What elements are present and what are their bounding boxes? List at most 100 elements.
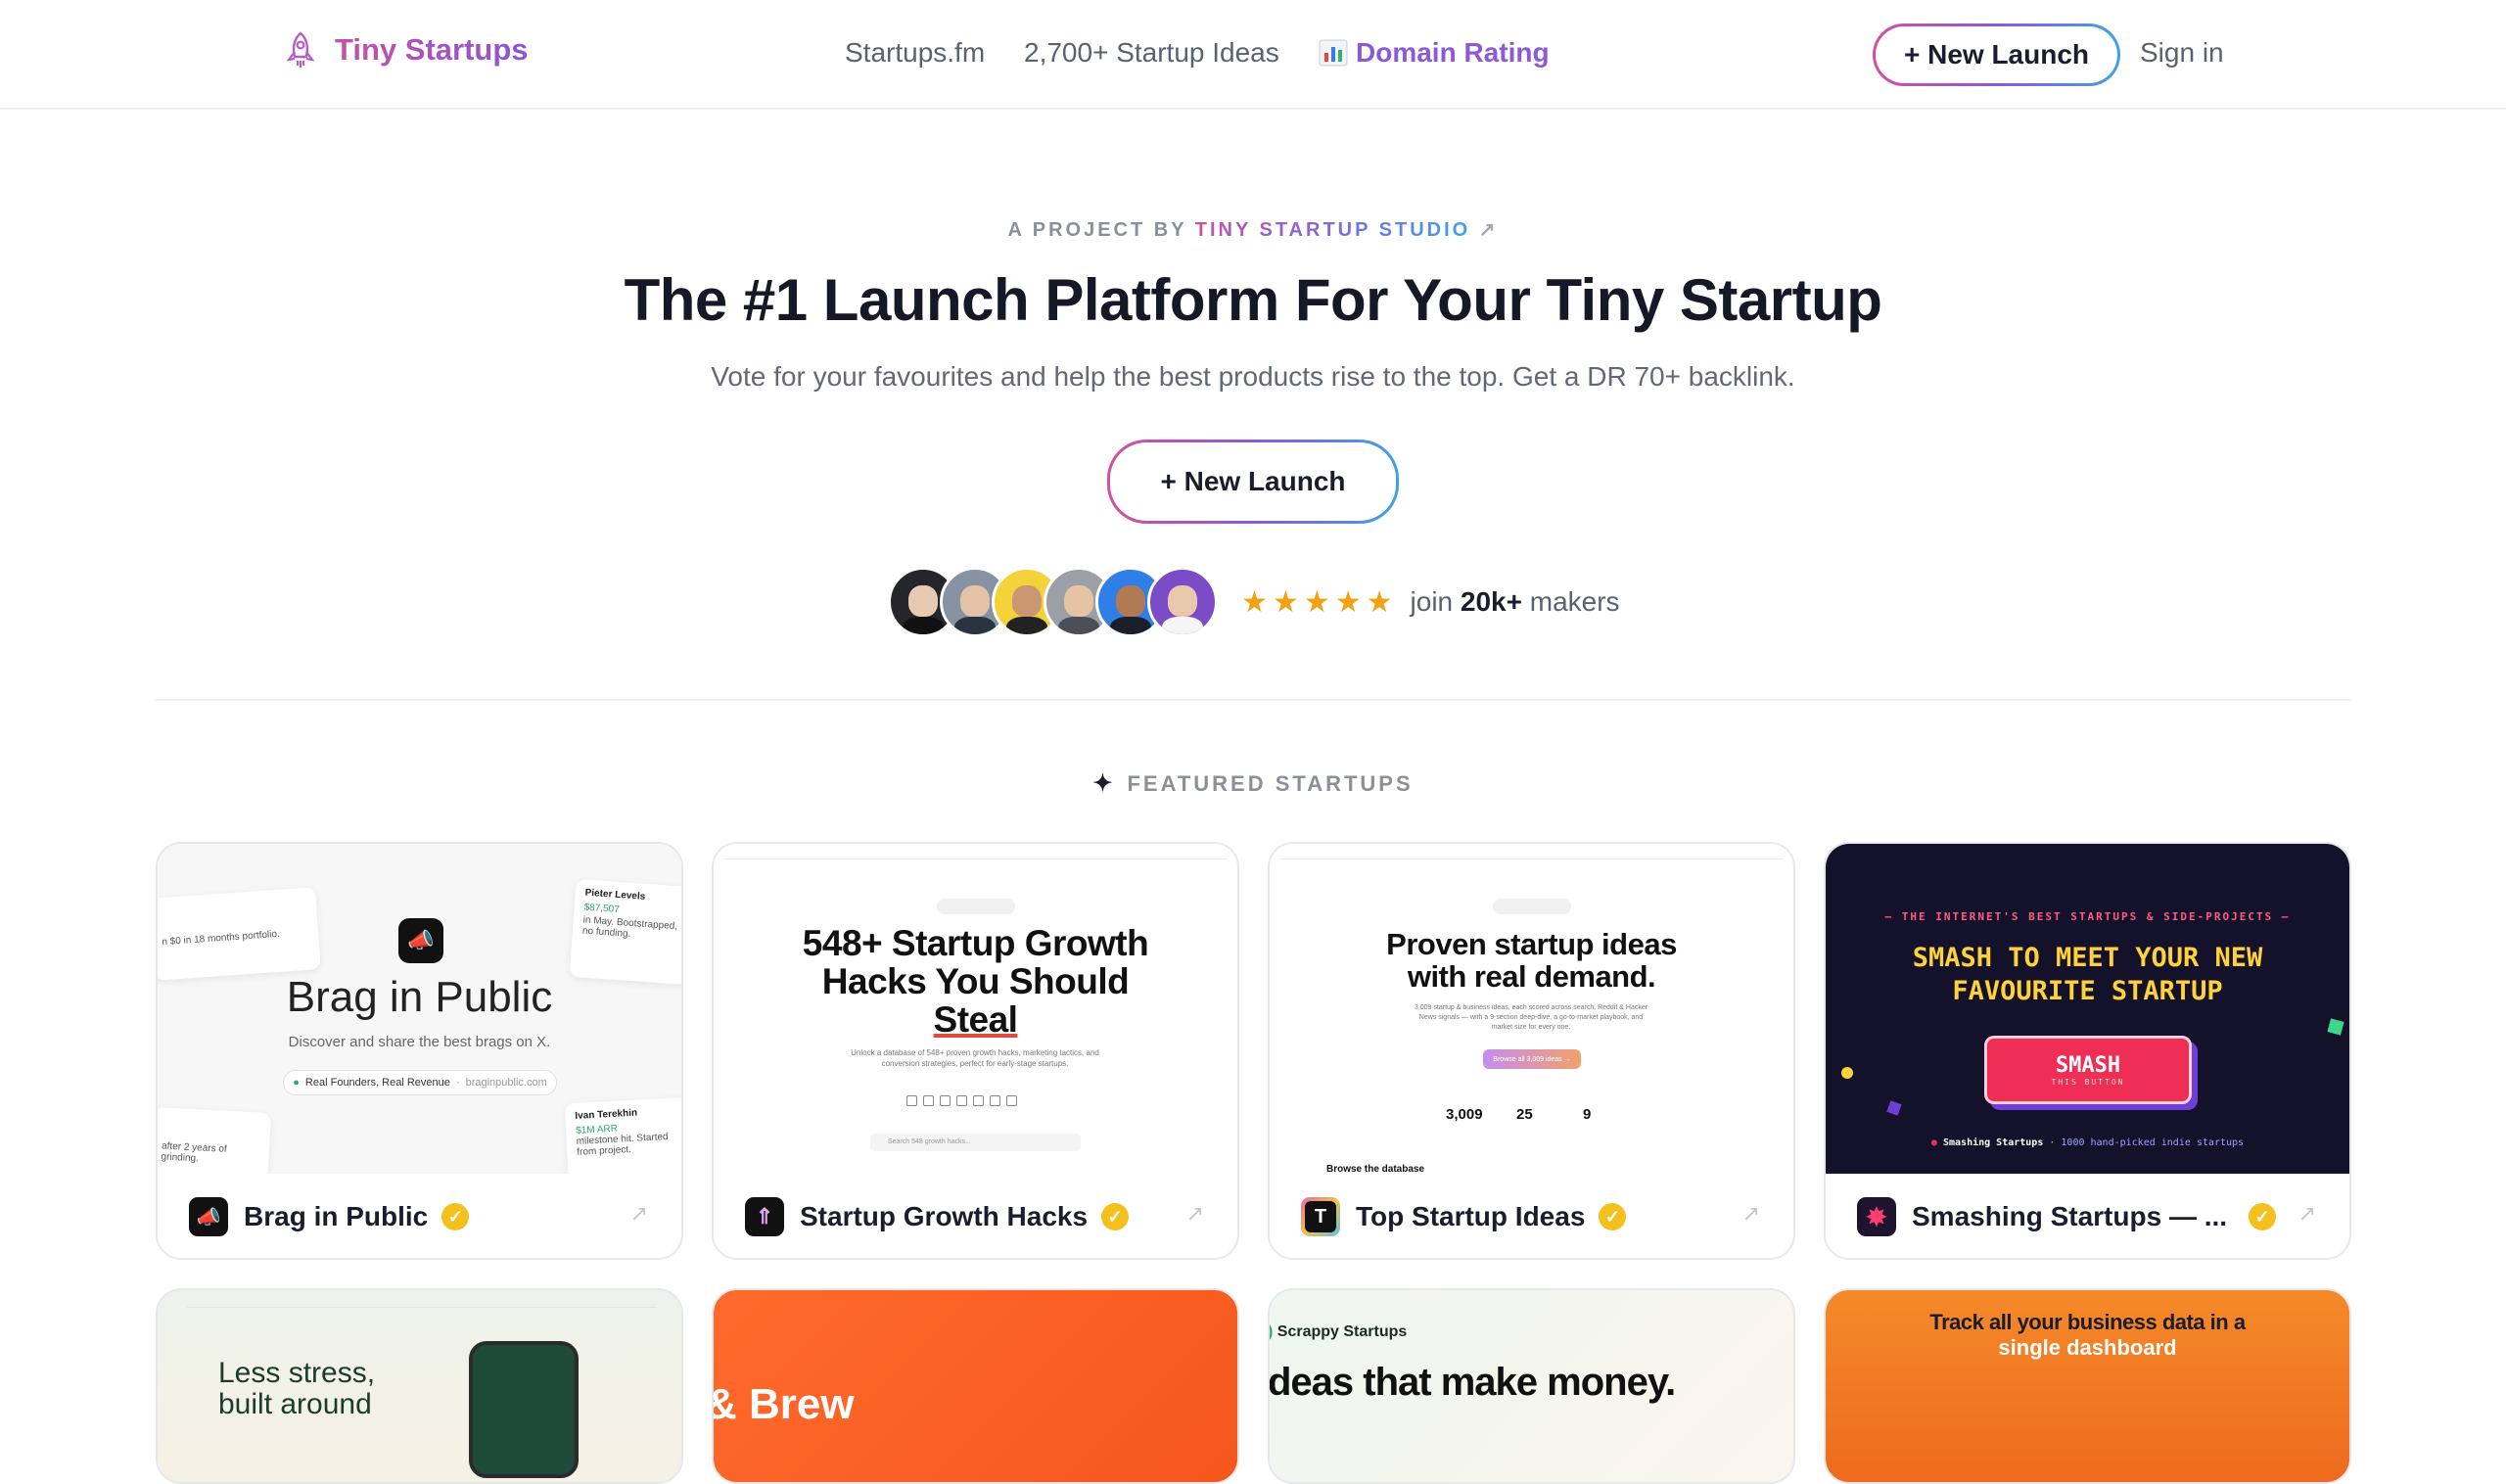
studio-link[interactable]: TINY STARTUP STUDIO	[1195, 219, 1470, 241]
makers-social-proof: ★ ★ ★ ★ ★ join 20k+ makers	[888, 567, 1620, 637]
external-arrow-icon[interactable]: ↗	[2298, 1201, 2316, 1227]
eyebrow-prefix: A PROJECT BY	[1007, 219, 1187, 241]
thumb-text: Less stress,	[218, 1357, 376, 1389]
thumb-cta: Browse all 3,009 ideas →	[1483, 1049, 1581, 1069]
new-launch-button[interactable]: + New Launch	[1873, 23, 2120, 86]
rating-stars: ★ ★ ★ ★ ★	[1241, 585, 1393, 620]
nav-link-startups-fm[interactable]: Startups.fm	[845, 37, 985, 69]
startup-card-row2-1[interactable]: Less stress, built around	[156, 1288, 683, 1484]
star-icon: ★	[1366, 585, 1393, 619]
headline-line: Steal	[933, 999, 1018, 1040]
startup-card-top-startup-ideas[interactable]: Proven startup ideas with real demand. 3…	[1268, 842, 1795, 1260]
thumb-text: & Brew	[714, 1380, 855, 1429]
nav-label: Domain Rating	[1356, 37, 1550, 68]
join-prefix: join	[1410, 586, 1454, 617]
brag-note: after 2 years of grinding.	[158, 1106, 272, 1174]
thumb-stat: 9	[1583, 1106, 1592, 1123]
startup-name: Smashing Startups — ...	[1912, 1201, 2228, 1231]
brag-note: Ivan Terekhin $1M ARR milestone hit. Sta…	[564, 1096, 681, 1174]
sign-in-link[interactable]: Sign in	[2140, 37, 2224, 69]
smash-button: SMASH THIS BUTTON	[1984, 1036, 2192, 1104]
external-arrow-icon[interactable]: ↗	[630, 1201, 648, 1227]
card-footer: T Top Startup Ideas ✓ ↗	[1270, 1174, 1793, 1258]
featured-heading: ✦ FEATURED STARTUPS	[0, 769, 2506, 798]
thumb-section: Browse the database	[1326, 1164, 1425, 1174]
brand-name: Tiny Startups	[335, 32, 529, 67]
nav-label: 2,700+ Startup Ideas	[1024, 37, 1279, 68]
thumb-stat: 25	[1516, 1106, 1533, 1123]
featured-heading-label: FEATURED STARTUPS	[1127, 770, 1414, 796]
thumb-stat: 3,009	[1446, 1106, 1483, 1123]
startup-card-row2-4[interactable]: Track all your business data in a single…	[1824, 1288, 2351, 1484]
thumb-subtitle: Unlock a database of 548+ proven growth …	[851, 1048, 1099, 1068]
note-text: n $0 in 18 months portfolio.	[162, 928, 281, 949]
headline-line: Hacks You Should	[821, 961, 1130, 1001]
startup-name: Brag in Public	[244, 1201, 429, 1231]
thumb-badge	[1493, 899, 1571, 914]
startup-name: Top Startup Ideas	[1356, 1201, 1586, 1231]
thumb-pill: ● Real Founders, Real Revenue · braginpu…	[283, 1070, 557, 1095]
thumb-headline: Proven startup ideas with real demand.	[1270, 928, 1793, 993]
chevrons-up-icon: ⇑	[745, 1197, 784, 1236]
card-thumbnail: n $0 in 18 months portfolio. Pieter Leve…	[158, 844, 681, 1174]
thumb-nav	[723, 852, 1228, 859]
letter-t-icon: T	[1301, 1197, 1340, 1236]
nav-label: Startups.fm	[845, 37, 986, 68]
star-icon: ★	[1272, 585, 1299, 619]
avatar	[1147, 567, 1218, 637]
thumb-headline: SMASH TO MEET YOUR NEW FAVOURITE STARTUP	[1826, 942, 2349, 1008]
startup-card-startup-growth-hacks[interactable]: 548+ Startup Growth Hacks You Should Ste…	[712, 842, 1239, 1260]
card-thumbnail: 548+ Startup Growth Hacks You Should Ste…	[714, 844, 1237, 1174]
burst-icon: ✸	[1857, 1197, 1896, 1236]
section-divider	[156, 699, 2350, 701]
nav-link-startup-ideas[interactable]: 2,700+ Startup Ideas	[1024, 37, 1279, 69]
thumb-kicker: — THE INTERNET'S BEST STARTUPS & SIDE-PR…	[1884, 910, 2291, 923]
confetti	[1886, 1100, 1902, 1116]
card-footer: 📣 Brag in Public ✓ ↗	[158, 1174, 681, 1258]
startup-card-row2-3[interactable]: ) Scrappy Startups deas that make money.	[1268, 1288, 1795, 1484]
phone-mock	[469, 1341, 579, 1478]
join-makers-text: join 20k+ makers	[1411, 586, 1620, 618]
hero-new-launch-button[interactable]: + New Launch	[1107, 440, 1399, 524]
thumb-icon-row	[906, 1095, 1044, 1107]
megaphone-icon: 📣	[189, 1197, 228, 1236]
pill-text: Real Founders, Real Revenue	[304, 1077, 450, 1089]
verified-check-icon: ✓	[1101, 1203, 1130, 1230]
brand-name: Scrappy Startups	[1276, 1323, 1408, 1340]
note-name: Ivan Terekhin	[575, 1107, 638, 1122]
note-text: after 2 years of grinding.	[161, 1140, 227, 1165]
headline-line: Proven startup ideas	[1386, 927, 1677, 961]
thumb-nav	[187, 1300, 657, 1308]
startup-card-brag-in-public[interactable]: n $0 in 18 months portfolio. Pieter Leve…	[156, 842, 683, 1260]
thumb-text: built around	[218, 1388, 372, 1420]
thumb-text: deas that make money.	[1268, 1361, 1676, 1404]
smash-sublabel: THIS BUTTON	[2051, 1078, 2125, 1087]
site-header: Tiny Startups Startups.fm 2,700+ Startup…	[0, 0, 2506, 110]
megaphone-icon: 📣	[398, 918, 443, 963]
confetti	[2327, 1018, 2344, 1036]
external-arrow-icon[interactable]: ↗	[1186, 1201, 1204, 1227]
card-footer: ⇑ Startup Growth Hacks ✓ ↗	[714, 1174, 1237, 1258]
thumb-badge	[937, 899, 1015, 914]
thumb-nav	[1279, 852, 1784, 859]
nav-link-domain-rating[interactable]: Domain Rating	[1319, 37, 1550, 69]
star-icon: ★	[1241, 585, 1268, 619]
startup-card-row2-2[interactable]: & Brew	[712, 1288, 1239, 1484]
footer-text: · 1000 hand-picked indie startups	[2049, 1137, 2245, 1148]
brag-note: n $0 in 18 months portfolio.	[158, 887, 321, 981]
maker-avatars	[888, 567, 1218, 637]
brand-logo-link[interactable]: Tiny Startups	[284, 30, 529, 70]
startup-card-smashing-startups[interactable]: — THE INTERNET'S BEST STARTUPS & SIDE-PR…	[1824, 842, 2351, 1260]
thumb-title: Brag in Public	[286, 973, 553, 1021]
hero-subtitle: Vote for your favourites and help the be…	[711, 361, 1795, 392]
hero-title: The #1 Launch Platform For Your Tiny Sta…	[624, 267, 1882, 333]
card-thumbnail: — THE INTERNET'S BEST STARTUPS & SIDE-PR…	[1826, 844, 2349, 1174]
brag-note: Pieter Levels $87,507 in May. Bootstrapp…	[569, 878, 681, 986]
thumb-subtitle: Discover and share the best brags on X.	[288, 1034, 551, 1050]
thumb-text: Track all your business data in a	[1929, 1310, 2246, 1334]
footer-brand: Smashing Startups	[1942, 1137, 2044, 1148]
verified-check-icon: ✓	[2249, 1203, 2277, 1230]
star-icon: ★	[1303, 585, 1330, 619]
external-arrow-icon[interactable]: ↗	[1742, 1201, 1760, 1227]
thumb-word: Brew	[749, 1380, 855, 1428]
